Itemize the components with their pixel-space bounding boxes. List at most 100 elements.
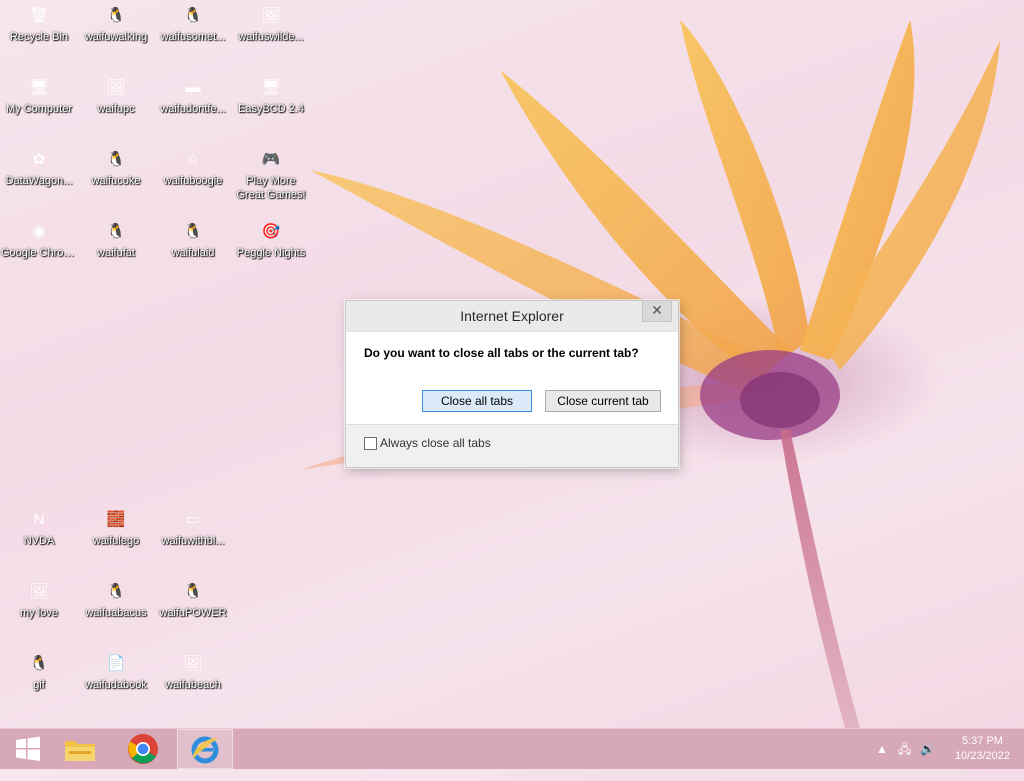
desktop-icon[interactable]: 🧱 waifulego xyxy=(77,509,155,548)
desktop-icon[interactable]: 🐧 waifusomet... xyxy=(154,5,232,44)
desktop-icon[interactable]: 🎮 Play More Great Games! xyxy=(232,149,310,202)
taskbar: ▲ 🖧 🔊 5:37 PM 10/23/2022 xyxy=(0,728,1024,769)
volume-icon[interactable]: 🔊 xyxy=(920,729,935,769)
desktop-icon-label: waifulego xyxy=(92,535,140,547)
image-icon: ▬ xyxy=(185,79,201,96)
desktop-icon-label: waifuwithbl... xyxy=(161,535,225,547)
close-icon[interactable]: ✕ xyxy=(642,301,672,322)
dialog-titlebar[interactable]: Internet Explorer ✕ xyxy=(346,301,678,332)
desktop-icon-label: waifuwalking xyxy=(84,31,148,43)
nvda-icon: N xyxy=(33,511,45,528)
desktop-icon-label: waifuabacus xyxy=(85,607,147,619)
desktop-icon-label: waifudabook xyxy=(85,679,147,691)
image-icon: 🖼 xyxy=(106,79,126,96)
close-current-tab-button[interactable]: Close current tab xyxy=(545,390,661,412)
penguin-icon: 🐧 xyxy=(183,223,203,240)
desktop-icon[interactable]: 🖼 waifubeach xyxy=(154,653,232,692)
internet-explorer-icon xyxy=(191,736,219,764)
penguin-icon: 🐧 xyxy=(29,655,49,672)
windows-logo-icon xyxy=(16,736,40,761)
desktop-icon-label: EasyBCD 2.4 xyxy=(237,103,305,115)
taskbar-clock[interactable]: 5:37 PM 10/23/2022 xyxy=(955,734,1010,764)
desktop-icon-label: My Computer xyxy=(5,103,73,115)
start-button[interactable] xyxy=(0,729,56,769)
desktop-icon-label: waifucoke xyxy=(91,175,141,187)
desktop-icon[interactable]: 🗑 Recycle Bin xyxy=(0,5,78,44)
desktop-icon-label: NVDA xyxy=(23,535,55,547)
image-icon: 🖼 xyxy=(261,7,281,24)
desktop-icon[interactable]: 🖥 EasyBCD 2.4 xyxy=(232,77,310,116)
desktop-icon[interactable]: 🐧 waifuPOWER xyxy=(154,581,232,620)
desktop-icon[interactable]: ▭ waifuwithbl... xyxy=(154,509,232,548)
taskbar-chrome[interactable] xyxy=(115,729,171,769)
desktop-icon-label: waifusomet... xyxy=(160,31,226,43)
taskbar-internet-explorer[interactable] xyxy=(177,729,233,769)
desktop-icon[interactable]: N NVDA xyxy=(0,509,78,548)
recycle-bin-icon: 🗑 xyxy=(29,7,49,24)
desktop-icon[interactable]: 📄 waifudabook xyxy=(77,653,155,692)
penguin-icon: 🐧 xyxy=(183,583,203,600)
desktop-icon-label: waifubeach xyxy=(165,679,221,691)
desktop-icon-label: waifupc xyxy=(97,103,135,115)
dialog-question: Do you want to close all tabs or the cur… xyxy=(364,346,639,360)
desktop-icon-label: Recycle Bin xyxy=(9,31,69,43)
document-icon: 📄 xyxy=(106,655,126,672)
desktop-icon-label: Play More Great Games! xyxy=(236,175,306,201)
desktop-icon[interactable]: ✿ DataWagon... xyxy=(0,149,78,188)
penguin-icon: 🐧 xyxy=(106,151,126,168)
desktop-icon[interactable]: ▬ waifudontfe... xyxy=(154,77,232,116)
desktop-icon[interactable]: 🐧 waifucoke xyxy=(77,149,155,188)
clock-time: 5:37 PM xyxy=(961,735,1003,747)
always-close-label[interactable]: Always close all tabs xyxy=(380,436,491,450)
penguin-icon: 🐧 xyxy=(106,223,126,240)
image-icon: 🧱 xyxy=(106,511,126,528)
desktop-icon-label: waifudontfe... xyxy=(160,103,226,115)
folder-icon xyxy=(65,741,95,761)
close-tabs-dialog: Internet Explorer ✕ Do you want to close… xyxy=(345,300,679,468)
desktop-icon-label: waifuPOWER xyxy=(159,607,227,619)
desktop-icon[interactable]: 🐧 gif xyxy=(0,653,78,692)
desktop-icon[interactable]: 🎯 Peggle Nights xyxy=(232,221,310,260)
image-icon: ▭ xyxy=(185,511,201,528)
easybcd-icon: 🖥 xyxy=(261,79,281,96)
image-icon: ☆ xyxy=(186,151,200,168)
peggle-icon: 🎯 xyxy=(261,223,281,240)
show-hidden-icons-icon[interactable]: ▲ xyxy=(876,729,888,769)
desktop-icon-label: gif xyxy=(33,679,45,691)
games-icon: 🎮 xyxy=(261,151,281,168)
desktop-icon-label: waifulaid xyxy=(171,247,215,259)
network-icon[interactable]: 🖧 xyxy=(898,729,911,769)
desktop-icon-label: DataWagon... xyxy=(5,175,73,187)
desktop-icon-label: waifuboogie xyxy=(163,175,223,187)
desktop-icon[interactable]: 🖼 waifupc xyxy=(77,77,155,116)
chrome-icon xyxy=(128,734,158,764)
penguin-icon: 🐧 xyxy=(183,7,203,24)
desktop-icon[interactable]: 🖼 waifuswilde... xyxy=(232,5,310,44)
clock-date: 10/23/2022 xyxy=(954,750,1010,762)
desktop-icon[interactable]: 🐧 waifuwalking xyxy=(77,5,155,44)
dialog-footer: Always close all tabs xyxy=(346,424,678,467)
desktop-icon[interactable]: 🐧 waifuabacus xyxy=(77,581,155,620)
dialog-title: Internet Explorer xyxy=(460,308,564,324)
computer-icon: 🖥 xyxy=(29,79,49,96)
desktop-icon[interactable]: 🖥 My Computer xyxy=(0,77,78,116)
image-icon: 🖼 xyxy=(183,655,203,672)
desktop-icon-label: waifufat xyxy=(97,247,135,259)
close-all-tabs-button[interactable]: Close all tabs xyxy=(422,390,532,412)
penguin-icon: 🐧 xyxy=(106,7,126,24)
image-icon: 🖼 xyxy=(29,583,49,600)
desktop-icon-label: waifuswilde... xyxy=(238,31,304,43)
desktop-icon-label: Peggle Nights xyxy=(236,247,306,259)
desktop-icon[interactable]: ◉ Google Chrome xyxy=(0,221,78,260)
taskbar-file-explorer[interactable] xyxy=(52,729,108,769)
chrome-icon: ◉ xyxy=(32,223,46,240)
desktop-icon[interactable]: ☆ waifuboogie xyxy=(154,149,232,188)
dialog-body: Do you want to close all tabs or the cur… xyxy=(346,332,678,424)
desktop-icon[interactable]: 🐧 waifulaid xyxy=(154,221,232,260)
desktop-icon-label: Google Chrome xyxy=(1,247,78,259)
desktop-icon-label: my love xyxy=(20,607,58,619)
desktop-icon[interactable]: 🐧 waifufat xyxy=(77,221,155,260)
always-close-checkbox[interactable] xyxy=(364,437,377,450)
penguin-icon: 🐧 xyxy=(106,583,126,600)
desktop-icon[interactable]: 🖼 my love xyxy=(0,581,78,620)
